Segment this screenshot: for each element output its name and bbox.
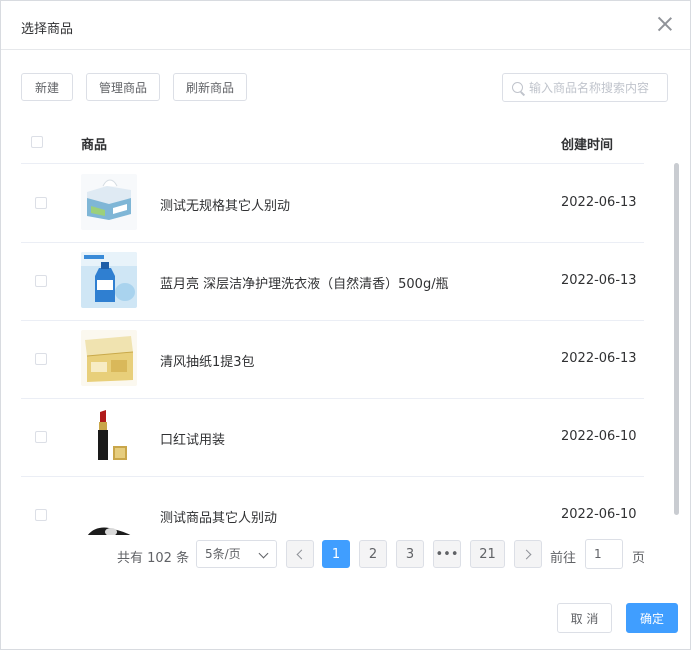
table-row[interactable]: 测试无规格其它人别动 2022-06-13: [21, 164, 644, 243]
chevron-left-icon: [296, 549, 307, 559]
search-icon: [512, 82, 523, 93]
row-checkbox[interactable]: [35, 509, 47, 521]
goto-page-input[interactable]: 1: [585, 539, 623, 569]
row-checkbox[interactable]: [35, 431, 47, 443]
table-row[interactable]: 清风抽纸1提3包 2022-06-13: [21, 320, 644, 399]
select-product-dialog: 选择商品 新建 管理商品 刷新商品 商品 创建时间: [0, 0, 691, 650]
detergent-bottle-image: [81, 252, 137, 308]
product-date: 2022-06-10: [561, 507, 637, 522]
product-date: 2022-06-13: [561, 273, 637, 288]
close-icon[interactable]: [656, 15, 674, 33]
lipstick-image: [81, 408, 137, 464]
shoe-image: [81, 486, 137, 535]
product-table: 商品 创建时间 测试无规格其它人别动 2022-06-13 蓝月亮 深层洁净护理…: [21, 121, 644, 535]
row-checkbox[interactable]: [35, 275, 47, 287]
refresh-products-button[interactable]: 刷新商品: [173, 73, 247, 101]
search-box: [502, 73, 668, 102]
row-checkbox[interactable]: [35, 353, 47, 365]
page-button-2[interactable]: 2: [359, 540, 387, 568]
column-created-time: 创建时间: [561, 138, 614, 153]
product-name: 测试商品其它人别动: [160, 511, 278, 526]
table-row[interactable]: 蓝月亮 深层洁净护理洗衣液（自然清香）500g/瓶 2022-06-13: [21, 242, 644, 321]
table-row[interactable]: 测试商品其它人别动 2022-06-10: [21, 476, 644, 535]
prev-page-button[interactable]: [286, 540, 314, 568]
product-name: 蓝月亮 深层洁净护理洗衣液（自然清香）500g/瓶: [160, 277, 449, 292]
page-size-select[interactable]: 5条/页: [196, 540, 277, 568]
page-button-1[interactable]: 1: [322, 540, 350, 568]
page-button-21[interactable]: 21: [470, 540, 505, 568]
goto-label: 前往: [550, 551, 577, 566]
cancel-button[interactable]: 取 消: [557, 603, 612, 633]
table-header: 商品 创建时间: [21, 121, 644, 164]
product-date: 2022-06-10: [561, 429, 637, 444]
page-button-3[interactable]: 3: [396, 540, 424, 568]
product-date: 2022-06-13: [561, 351, 637, 366]
table-row[interactable]: 口红试用装 2022-06-10: [21, 398, 644, 477]
new-button[interactable]: 新建: [21, 73, 73, 101]
tissue-pack-image: [81, 330, 137, 386]
page-unit-label: 页: [632, 551, 646, 566]
column-product: 商品: [81, 138, 108, 153]
chevron-down-icon: [258, 548, 269, 559]
pagination: 共有 102 条 5条/页 1 2 3 ••• 21 前往 1 页: [1, 539, 691, 571]
product-name: 测试无规格其它人别动: [160, 199, 291, 214]
chevron-right-icon: [521, 549, 532, 559]
manage-products-button[interactable]: 管理商品: [86, 73, 160, 101]
pagination-total: 共有 102 条: [117, 551, 190, 566]
product-name: 清风抽纸1提3包: [160, 355, 255, 370]
dialog-header: 选择商品: [1, 1, 690, 50]
search-input[interactable]: [529, 74, 664, 101]
product-name: 口红试用装: [160, 433, 226, 448]
dialog-title: 选择商品: [21, 22, 74, 37]
more-pages-button[interactable]: •••: [433, 540, 461, 568]
row-checkbox[interactable]: [35, 197, 47, 209]
confirm-button[interactable]: 确定: [626, 603, 678, 633]
table-scrollbar[interactable]: [674, 163, 679, 515]
next-page-button[interactable]: [514, 540, 542, 568]
product-date: 2022-06-13: [561, 195, 637, 210]
select-all-checkbox[interactable]: [31, 136, 43, 148]
tissue-box-image: [81, 174, 137, 230]
page-size-value: 5条/页: [205, 547, 241, 561]
